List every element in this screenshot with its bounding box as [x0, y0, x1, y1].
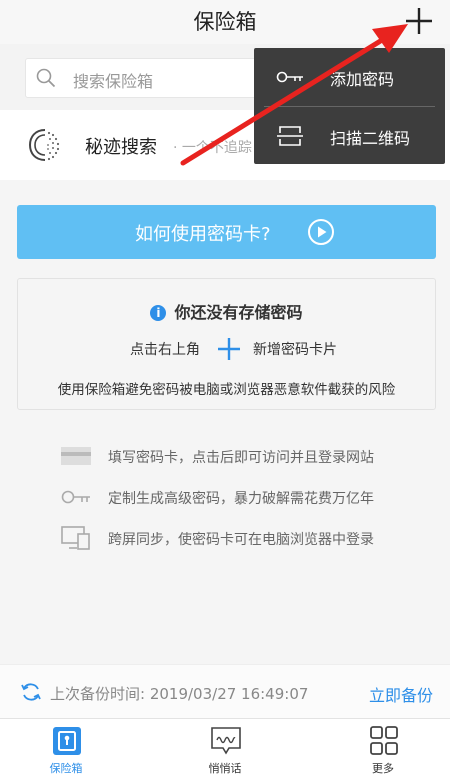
safe-icon [53, 727, 81, 755]
search-placeholder: 搜索保险箱 [73, 72, 154, 91]
scan-icon [277, 126, 303, 146]
empty-state-card: i 你还没有存储密码 点击右上角 新增密码卡片 使用保险箱避免密码被电脑或浏览器恶… [17, 278, 436, 410]
tab-safe[interactable]: 保险箱 [21, 719, 111, 776]
secret-search-title: 秘迹搜索 [85, 137, 157, 158]
feature-item: 填写密码卡，点击后即可访问并且登录网站 [0, 441, 450, 471]
last-backup-time: 上次备份时间: 2019/03/27 16:49:07 [50, 685, 309, 703]
key-icon [276, 71, 303, 83]
backup-bar: 上次备份时间: 2019/03/27 16:49:07 立即备份 [0, 664, 450, 719]
feature-text: 填写密码卡，点击后即可访问并且登录网站 [108, 450, 374, 466]
header: 保险箱 [0, 0, 450, 44]
info-icon: i [150, 305, 167, 321]
empty-state-hint: 点击右上角 [130, 342, 200, 358]
tab-label: 更多 [372, 762, 394, 775]
card-icon [61, 447, 91, 465]
tab-label: 悄悄话 [208, 762, 242, 775]
tab-whisper[interactable]: 悄悄话 [180, 719, 270, 776]
menu-item-label: 添加密码 [330, 70, 395, 89]
feature-text: 跨屏同步，使密码卡可在电脑浏览器中登录 [108, 532, 374, 548]
backup-now-button[interactable]: 立即备份 [369, 682, 433, 706]
grid-icon [370, 726, 398, 755]
bottom-tab-bar: 保险箱 悄悄话 更多 [0, 718, 450, 776]
feature-item: 跨屏同步，使密码卡可在电脑浏览器中登录 [0, 523, 450, 553]
screen-sync-icon [61, 526, 90, 550]
chat-icon [211, 727, 241, 755]
add-popup-menu: 添加密码 扫描二维码 [254, 48, 445, 164]
empty-state-title: 你还没有存储密码 [174, 303, 303, 322]
plus-icon [218, 338, 240, 360]
play-icon [308, 219, 334, 245]
how-to-use-label: 如何使用密码卡? [135, 224, 271, 245]
empty-state-hint-suffix: 新增密码卡片 [253, 342, 337, 358]
menu-item-label: 扫描二维码 [330, 129, 411, 148]
empty-state-title-row: i 你还没有存储密码 [18, 299, 435, 323]
page-title: 保险箱 [193, 10, 257, 34]
feature-item: 定制生成高级密码，暴力破解需花费万亿年 [0, 482, 450, 512]
search-icon [36, 68, 56, 88]
tab-more[interactable]: 更多 [338, 719, 428, 776]
sync-icon [21, 683, 41, 701]
secret-search-subtitle: · 一个不追踪 [173, 140, 252, 156]
key-icon [61, 490, 90, 504]
menu-item-add-password[interactable]: 添加密码 [254, 48, 445, 105]
menu-item-scan-qr[interactable]: 扫描二维码 [254, 107, 445, 164]
feature-text: 定制生成高级密码，暴力破解需花费万亿年 [108, 491, 374, 507]
how-to-use-button[interactable]: 如何使用密码卡? [17, 205, 436, 259]
empty-state-description: 使用保险箱避免密码被电脑或浏览器恶意软件截获的风险 [57, 382, 396, 398]
secret-search-icon [28, 129, 60, 161]
add-button[interactable] [402, 4, 436, 38]
tab-label: 保险箱 [49, 762, 83, 775]
